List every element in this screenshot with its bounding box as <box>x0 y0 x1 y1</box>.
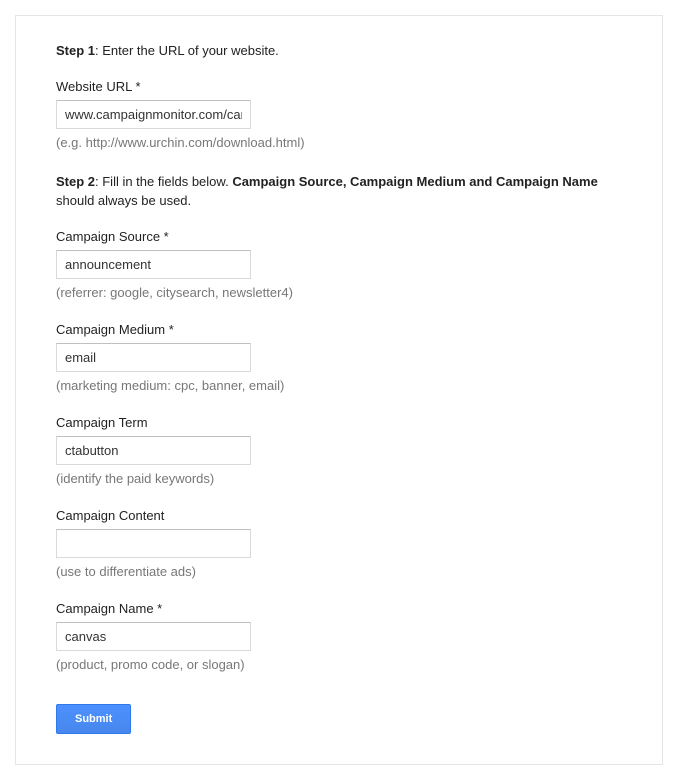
campaign-name-input[interactable] <box>56 622 251 651</box>
step2-desc2: should always be used. <box>56 193 191 208</box>
campaign-term-group: Campaign Term (identify the paid keyword… <box>56 415 622 486</box>
form-container: Step 1: Enter the URL of your website. W… <box>15 15 663 765</box>
campaign-name-group: Campaign Name * (product, promo code, or… <box>56 601 622 672</box>
campaign-content-input[interactable] <box>56 529 251 558</box>
campaign-name-hint: (product, promo code, or slogan) <box>56 657 622 672</box>
website-url-group: Website URL * (e.g. http://www.urchin.co… <box>56 79 622 150</box>
website-url-input[interactable] <box>56 100 251 129</box>
step1-desc: : Enter the URL of your website. <box>95 43 279 58</box>
step2-bold: Campaign Source, Campaign Medium and Cam… <box>232 174 598 189</box>
step1-prefix: Step 1 <box>56 43 95 58</box>
step2-prefix: Step 2 <box>56 174 95 189</box>
campaign-medium-hint: (marketing medium: cpc, banner, email) <box>56 378 622 393</box>
step2-text: Step 2: Fill in the fields below. Campai… <box>56 172 622 211</box>
campaign-content-hint: (use to differentiate ads) <box>56 564 622 579</box>
campaign-source-input[interactable] <box>56 250 251 279</box>
step1-text: Step 1: Enter the URL of your website. <box>56 41 622 61</box>
website-url-label: Website URL * <box>56 79 622 94</box>
campaign-medium-input[interactable] <box>56 343 251 372</box>
campaign-content-group: Campaign Content (use to differentiate a… <box>56 508 622 579</box>
campaign-term-input[interactable] <box>56 436 251 465</box>
campaign-source-label: Campaign Source * <box>56 229 622 244</box>
campaign-source-hint: (referrer: google, citysearch, newslette… <box>56 285 622 300</box>
campaign-content-label: Campaign Content <box>56 508 622 523</box>
campaign-source-group: Campaign Source * (referrer: google, cit… <box>56 229 622 300</box>
submit-button[interactable]: Submit <box>56 704 131 734</box>
website-url-hint: (e.g. http://www.urchin.com/download.htm… <box>56 135 622 150</box>
step2-desc1: : Fill in the fields below. <box>95 174 232 189</box>
campaign-name-label: Campaign Name * <box>56 601 622 616</box>
campaign-term-label: Campaign Term <box>56 415 622 430</box>
campaign-medium-group: Campaign Medium * (marketing medium: cpc… <box>56 322 622 393</box>
campaign-medium-label: Campaign Medium * <box>56 322 622 337</box>
campaign-term-hint: (identify the paid keywords) <box>56 471 622 486</box>
